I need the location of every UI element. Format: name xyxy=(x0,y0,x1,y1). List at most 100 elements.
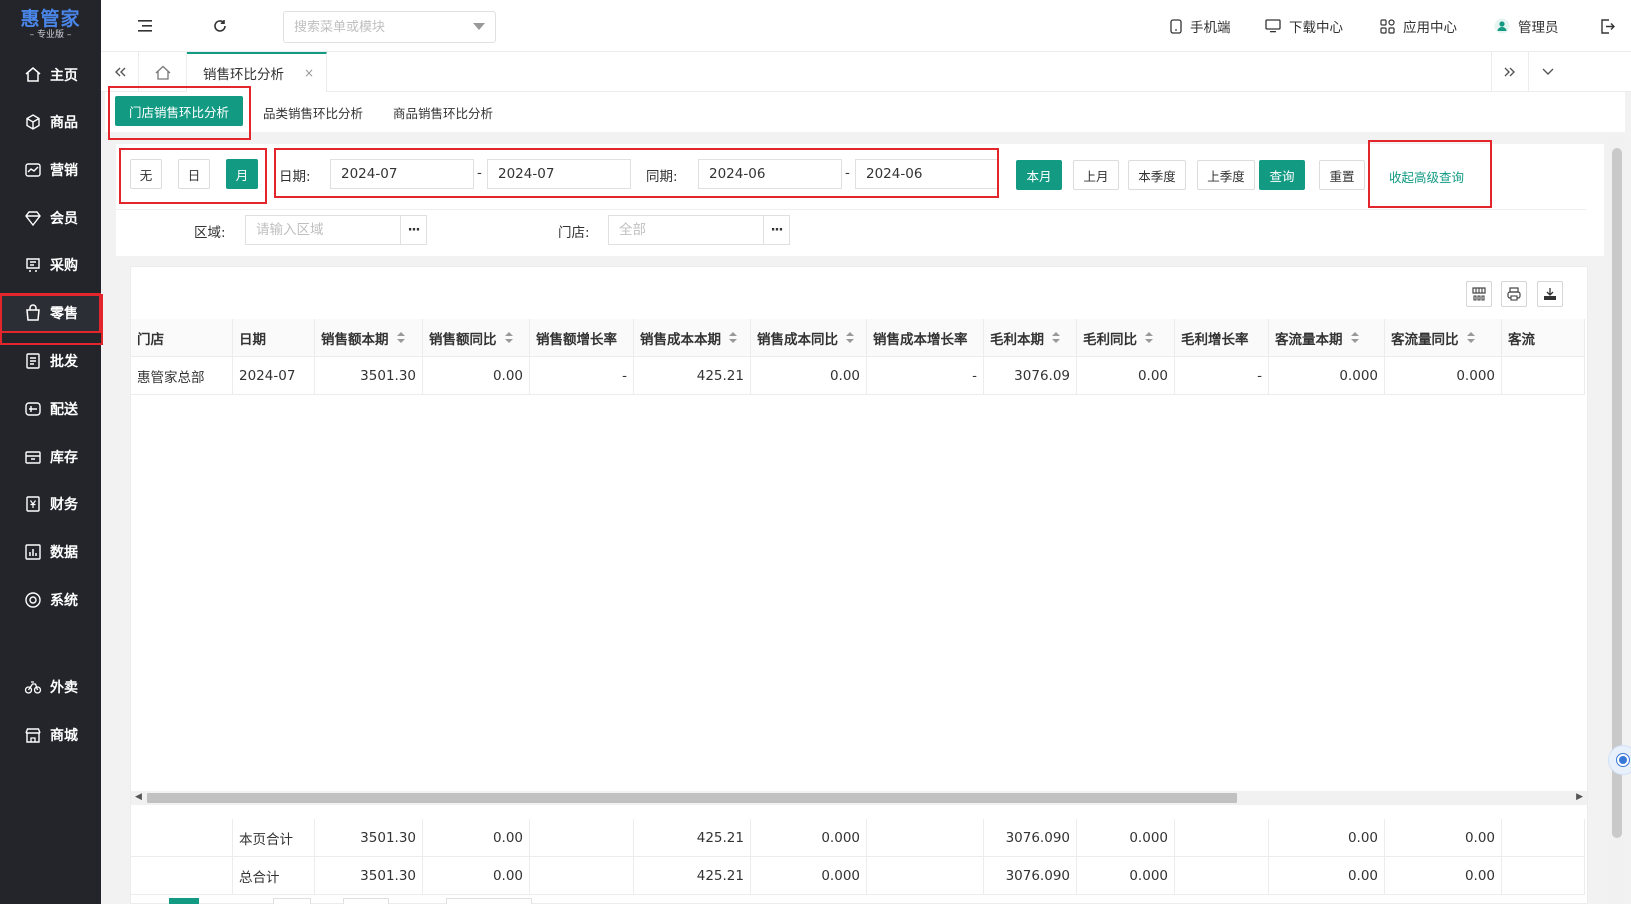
assistant-float-button[interactable] xyxy=(1608,745,1631,775)
sidebar-item-3[interactable]: 会员 xyxy=(0,198,101,238)
table-cell xyxy=(530,857,634,895)
logout-icon[interactable] xyxy=(1595,14,1619,38)
column-header[interactable]: 销售额同比 xyxy=(423,319,530,357)
app-center-link[interactable]: 应用中心 xyxy=(1380,15,1457,37)
column-header[interactable]: 客流量同比 xyxy=(1385,319,1502,357)
sidebar-item-2[interactable]: 营销 xyxy=(0,150,101,190)
sidebar-item-1[interactable]: 商品 xyxy=(0,102,101,142)
subtab-product-ratio[interactable]: 商品销售环比分析 xyxy=(393,92,493,132)
table-cell: 0.000 xyxy=(1077,819,1175,857)
sidebar-item-9[interactable]: 财务 xyxy=(0,484,101,524)
column-header[interactable]: 客流 xyxy=(1502,319,1585,357)
menu-search-input[interactable] xyxy=(294,19,454,35)
home-tab-icon[interactable] xyxy=(139,52,187,92)
sort-icon[interactable] xyxy=(1145,331,1153,344)
compare-to-input[interactable] xyxy=(855,159,999,189)
cell-value: 3076.09 xyxy=(1014,367,1070,384)
last-month-button[interactable]: 上月 xyxy=(1073,160,1119,190)
this-quarter-button[interactable]: 本季度 xyxy=(1128,160,1186,190)
sort-icon[interactable] xyxy=(729,331,737,344)
sidebar-item-11[interactable]: 系统 xyxy=(0,580,101,620)
sidebar-item-5[interactable]: 零售 xyxy=(0,293,101,333)
apps-grid-icon xyxy=(1380,18,1395,34)
sort-icon[interactable] xyxy=(396,331,405,344)
vertical-scroll-thumb[interactable] xyxy=(1612,148,1622,838)
reset-button[interactable]: 重置 xyxy=(1319,160,1365,190)
scroll-left-arrow-icon[interactable]: ◀ xyxy=(135,792,142,802)
column-header[interactable]: 销售成本本期 xyxy=(634,319,751,357)
tabs-scroll-left-icon[interactable] xyxy=(101,52,139,92)
region-picker-button[interactable]: ··· xyxy=(401,215,427,245)
horizontal-scrollbar[interactable]: ◀ ▶ xyxy=(131,791,1587,805)
subtab-store-ratio[interactable]: 门店销售环比分析 xyxy=(115,96,243,126)
user-menu[interactable]: 管理员 xyxy=(1494,15,1559,37)
refresh-icon[interactable] xyxy=(208,14,232,38)
table-cell: - xyxy=(867,357,984,395)
granularity-day-button[interactable]: 日 xyxy=(178,159,210,189)
column-header[interactable]: 销售额本期 xyxy=(315,319,423,357)
sidebar-item-8[interactable]: 库存 xyxy=(0,437,101,477)
sidebar-item-12[interactable]: 外卖 xyxy=(0,667,101,707)
pager-next[interactable] xyxy=(273,898,311,904)
menu-toggle-icon[interactable] xyxy=(133,14,157,38)
granularity-none-button[interactable]: 无 xyxy=(130,159,162,189)
column-header[interactable]: 毛利本期 xyxy=(984,319,1077,357)
tab-sales-ratio-analysis[interactable]: 销售环比分析 × xyxy=(187,52,327,92)
sort-icon[interactable] xyxy=(1466,331,1475,344)
table-cell: 425.21 xyxy=(634,819,751,857)
download-center-link[interactable]: 下载中心 xyxy=(1265,15,1343,37)
target-icon xyxy=(24,591,42,609)
column-header-label: 销售成本本期 xyxy=(640,331,721,348)
sidebar-item-7[interactable]: 配送 xyxy=(0,389,101,429)
column-header[interactable]: 销售额增长率 xyxy=(530,319,634,357)
pager-size-select[interactable] xyxy=(343,898,389,904)
column-header[interactable]: 销售成本增长率 xyxy=(867,319,984,357)
chevron-down-icon[interactable] xyxy=(473,20,485,35)
region-input[interactable] xyxy=(245,215,401,245)
pager-jump-input[interactable] xyxy=(446,898,532,904)
granularity-month-button[interactable]: 月 xyxy=(226,159,258,189)
date-to-input[interactable] xyxy=(487,159,631,189)
column-header[interactable]: 客流量本期 xyxy=(1269,319,1385,357)
query-button[interactable]: 查询 xyxy=(1259,160,1305,190)
sidebar-item-0[interactable]: 主页 xyxy=(0,55,101,95)
sort-icon[interactable] xyxy=(1350,331,1359,344)
print-icon[interactable] xyxy=(1501,281,1527,307)
horizontal-scroll-thumb[interactable] xyxy=(147,793,1237,803)
close-icon[interactable]: × xyxy=(304,66,314,80)
date-from-input[interactable] xyxy=(330,159,474,189)
last-quarter-button[interactable]: 上季度 xyxy=(1197,160,1255,190)
sidebar: 惠管家 – 专业版 – 主页 商品 营销 会员 采购 零售 批发 配送 库存 财务 数据 系统 外卖 商城 xyxy=(0,0,101,904)
compare-from-input[interactable] xyxy=(698,159,842,189)
store-picker-button[interactable]: ··· xyxy=(764,215,790,245)
column-header[interactable]: 毛利增长率 xyxy=(1175,319,1269,357)
sidebar-item-4[interactable]: 采购 xyxy=(0,245,101,285)
tab-bar: 销售环比分析 × xyxy=(101,52,1631,92)
tabs-scroll-right-icon[interactable] xyxy=(1491,52,1529,92)
tabs-menu-chevron-icon[interactable] xyxy=(1529,52,1567,92)
pager-current-page[interactable] xyxy=(169,898,199,904)
column-header[interactable]: 销售成本同比 xyxy=(751,319,867,357)
subtab-category-ratio[interactable]: 品类销售环比分析 xyxy=(263,92,363,132)
export-icon[interactable] xyxy=(1537,281,1563,307)
cell-value: 425.21 xyxy=(696,829,744,846)
menu-search[interactable] xyxy=(283,11,496,43)
sort-icon[interactable] xyxy=(1052,331,1060,344)
scroll-right-arrow-icon[interactable]: ▶ xyxy=(1576,792,1583,802)
column-settings-icon[interactable] xyxy=(1466,281,1492,307)
inventory-icon xyxy=(24,448,42,466)
sidebar-item-10[interactable]: 数据 xyxy=(0,532,101,572)
mobile-link[interactable]: 手机端 xyxy=(1170,15,1231,37)
collapse-advanced-query-link[interactable]: 收起高级查询 xyxy=(1389,167,1464,186)
store-input[interactable] xyxy=(608,215,764,245)
sort-icon[interactable] xyxy=(846,331,854,344)
column-header[interactable]: 日期 xyxy=(233,319,315,357)
sidebar-item-6[interactable]: 批发 xyxy=(0,341,101,381)
sort-icon[interactable] xyxy=(504,331,513,344)
cell-value: 0.000 xyxy=(1129,867,1168,884)
column-header[interactable]: 毛利同比 xyxy=(1077,319,1175,357)
column-header[interactable]: 门店 xyxy=(131,319,233,357)
vertical-scrollbar[interactable] xyxy=(1609,136,1625,904)
sidebar-item-13[interactable]: 商城 xyxy=(0,715,101,755)
this-month-button[interactable]: 本月 xyxy=(1016,160,1062,190)
